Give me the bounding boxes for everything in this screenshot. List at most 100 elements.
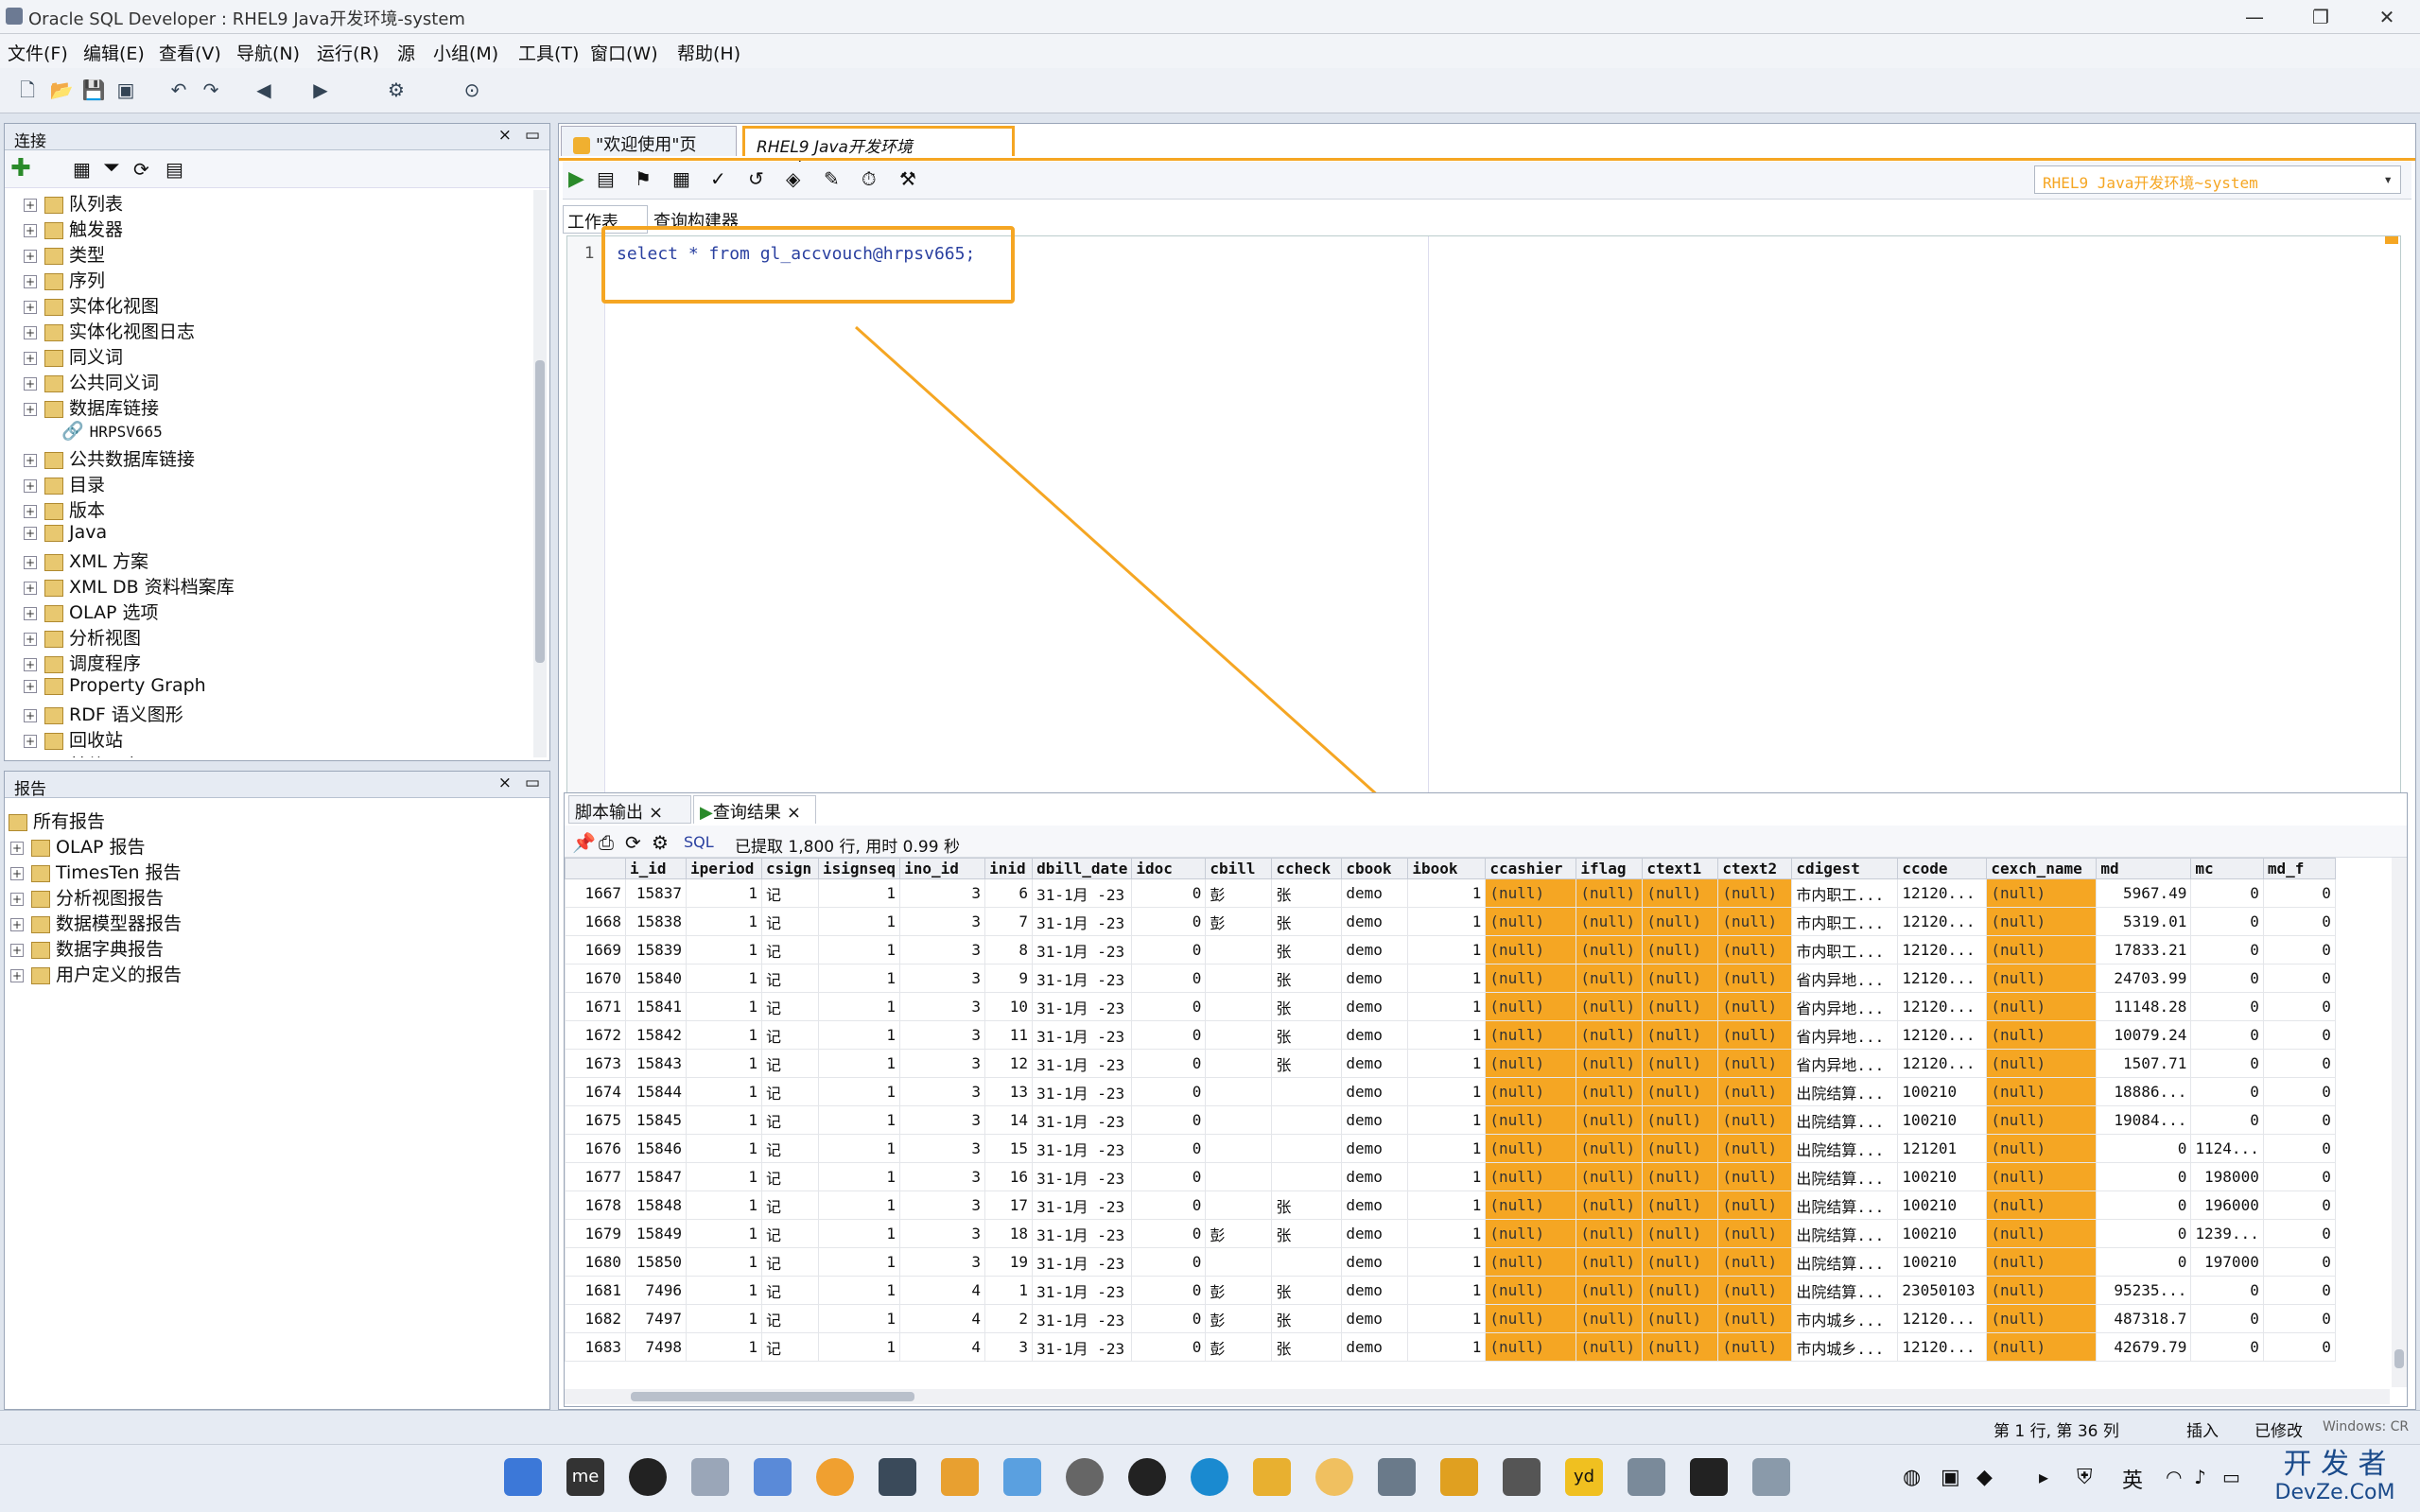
- table-cell[interactable]: (null): [1986, 992, 2098, 1021]
- table-cell[interactable]: (null): [1576, 1020, 1644, 1050]
- table-cell[interactable]: 15843: [625, 1049, 687, 1078]
- table-cell[interactable]: 1: [686, 1219, 762, 1248]
- table-cell[interactable]: 0: [1131, 935, 1207, 965]
- table-cell[interactable]: 5967.49: [2096, 878, 2192, 908]
- column-header[interactable]: ccashier: [1485, 858, 1577, 879]
- table-cell[interactable]: 出院结算...: [1791, 1162, 1899, 1191]
- table-cell[interactable]: 15844: [625, 1077, 687, 1106]
- table-cell[interactable]: demo: [1341, 992, 1409, 1021]
- table-cell[interactable]: 记: [761, 1020, 819, 1050]
- table-cell[interactable]: 0: [2262, 1020, 2336, 1050]
- table-cell[interactable]: 1: [686, 1247, 762, 1277]
- column-header[interactable]: cbook: [1341, 858, 1409, 879]
- table-cell[interactable]: 省内异地...: [1791, 992, 1899, 1021]
- table-cell[interactable]: (null): [1717, 1105, 1793, 1135]
- table-cell[interactable]: 31-1月 -23: [1032, 1247, 1133, 1277]
- table-cell[interactable]: 记: [761, 1049, 819, 1078]
- app-tool-icon[interactable]: [691, 1458, 729, 1496]
- table-cell[interactable]: 0: [2262, 1276, 2336, 1305]
- table-cell[interactable]: 张: [1271, 1304, 1343, 1333]
- table-cell[interactable]: 0: [2262, 1162, 2336, 1191]
- table-cell[interactable]: 0: [2262, 1247, 2336, 1277]
- table-cell[interactable]: (null): [1642, 1049, 1719, 1078]
- table-cell[interactable]: (null): [1717, 935, 1793, 965]
- table-cell[interactable]: 张: [1271, 1219, 1343, 1248]
- table-cell[interactable]: 张: [1271, 878, 1343, 908]
- table-cell[interactable]: [1205, 1049, 1273, 1078]
- table-cell[interactable]: 1: [1407, 1247, 1487, 1277]
- table-cell[interactable]: 12120...: [1897, 1304, 1988, 1333]
- table-cell[interactable]: 31-1月 -23: [1032, 1134, 1133, 1163]
- table-cell[interactable]: 0: [2262, 1049, 2336, 1078]
- table-cell[interactable]: 1: [686, 1304, 762, 1333]
- table-cell[interactable]: 省内异地...: [1791, 1049, 1899, 1078]
- table-cell[interactable]: [1205, 1134, 1273, 1163]
- table-cell[interactable]: 12120...: [1897, 992, 1988, 1021]
- table-cell[interactable]: 1: [984, 1276, 1034, 1305]
- table-cell[interactable]: demo: [1341, 1020, 1409, 1050]
- table-cell[interactable]: 3: [899, 878, 986, 908]
- table-row[interactable]: 1667 15837 1 记 1 3 6 31-1月 -23 0 彭张 demo 1 (null) (nu…: [565, 878, 2336, 908]
- table-cell[interactable]: 4: [899, 1332, 986, 1362]
- table-cell[interactable]: 1: [1407, 1105, 1487, 1135]
- tray-expand-icon[interactable]: ▸: [2039, 1466, 2048, 1488]
- table-cell[interactable]: 18: [984, 1219, 1034, 1248]
- table-row[interactable]: 1677 15847 1 记 1 3 16 31-1月 -23 0 demo 1 (null) (nul…: [565, 1162, 2336, 1191]
- column-header[interactable]: isignseq: [817, 858, 901, 879]
- table-cell[interactable]: 省内异地...: [1791, 1020, 1899, 1050]
- tab-script-close-icon[interactable]: ×: [649, 803, 663, 823]
- table-cell[interactable]: 0: [2262, 878, 2336, 908]
- table-cell[interactable]: 3: [899, 1247, 986, 1277]
- table-cell[interactable]: (null): [1485, 1105, 1577, 1135]
- table-cell[interactable]: 3: [899, 907, 986, 936]
- table-cell[interactable]: 0: [1131, 1219, 1207, 1248]
- table-cell[interactable]: (null): [1485, 964, 1577, 993]
- table-cell[interactable]: (null): [1485, 1219, 1577, 1248]
- table-cell[interactable]: 1: [1407, 1190, 1487, 1220]
- table-cell[interactable]: 1: [1407, 1162, 1487, 1191]
- table-cell[interactable]: 1: [1407, 1049, 1487, 1078]
- table-cell[interactable]: 31-1月 -23: [1032, 1304, 1133, 1333]
- table-cell[interactable]: 0: [2262, 992, 2336, 1021]
- table-cell[interactable]: 记: [761, 1219, 819, 1248]
- table-cell[interactable]: 1: [686, 1049, 762, 1078]
- table-cell[interactable]: 张: [1271, 1276, 1343, 1305]
- table-cell[interactable]: 1: [817, 1049, 901, 1078]
- table-cell[interactable]: 1: [817, 907, 901, 936]
- table-cell[interactable]: 42679.79: [2096, 1332, 2192, 1362]
- column-header[interactable]: idoc: [1131, 858, 1207, 879]
- table-cell[interactable]: 0: [2190, 992, 2264, 1021]
- column-header[interactable]: ctext2: [1717, 858, 1793, 879]
- table-cell[interactable]: (null): [1986, 878, 2098, 908]
- table-cell[interactable]: 出院结算...: [1791, 1190, 1899, 1220]
- table-cell[interactable]: [1205, 1077, 1273, 1106]
- table-cell[interactable]: 0: [1131, 992, 1207, 1021]
- table-cell[interactable]: 3: [899, 1020, 986, 1050]
- table-cell[interactable]: (null): [1485, 1134, 1577, 1163]
- app-chat-icon[interactable]: [1066, 1458, 1104, 1496]
- edge-icon[interactable]: [1191, 1458, 1228, 1496]
- table-cell[interactable]: 0: [2190, 935, 2264, 965]
- table-cell[interactable]: 10: [984, 992, 1034, 1021]
- table-row[interactable]: 1675 15845 1 记 1 3 14 31-1月 -23 0 demo 1 (null) (nul…: [565, 1105, 2336, 1135]
- table-cell[interactable]: (null): [1642, 1077, 1719, 1106]
- table-cell[interactable]: (null): [1576, 878, 1644, 908]
- table-cell[interactable]: (null): [1642, 1332, 1719, 1362]
- table-cell[interactable]: 0: [1131, 1247, 1207, 1277]
- table-cell[interactable]: 13: [984, 1077, 1034, 1106]
- table-cell[interactable]: (null): [1642, 1134, 1719, 1163]
- table-cell[interactable]: 出院结算...: [1791, 1276, 1899, 1305]
- start-icon[interactable]: [504, 1458, 542, 1496]
- table-cell[interactable]: (null): [1485, 1190, 1577, 1220]
- column-header[interactable]: i_id: [625, 858, 687, 879]
- results-hscroll[interactable]: [565, 1389, 2390, 1404]
- app-video-icon[interactable]: [1752, 1458, 1790, 1496]
- table-cell[interactable]: 17833.21: [2096, 935, 2192, 965]
- table-cell[interactable]: (null): [1576, 1304, 1644, 1333]
- table-cell[interactable]: (null): [1642, 907, 1719, 936]
- table-cell[interactable]: 0: [2190, 1105, 2264, 1135]
- table-cell[interactable]: 15846: [625, 1134, 687, 1163]
- table-cell[interactable]: demo: [1341, 1077, 1409, 1106]
- table-cell[interactable]: 1: [686, 1332, 762, 1362]
- table-cell[interactable]: 31-1月 -23: [1032, 1219, 1133, 1248]
